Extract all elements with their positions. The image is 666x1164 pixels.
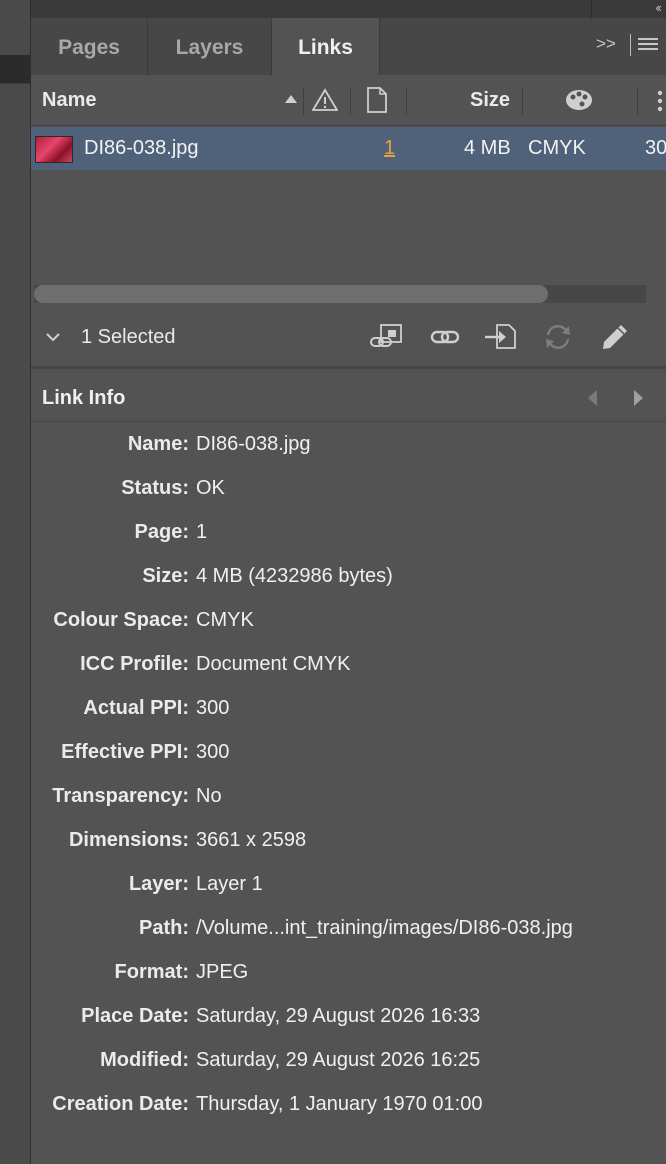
table-row[interactable]: DI86-038.jpg 1 4 MB CMYK 30	[31, 127, 666, 170]
info-row: Format: JPEG	[31, 950, 666, 994]
info-row: Colour Space: CMYK	[31, 598, 666, 642]
column-divider[interactable]	[406, 87, 407, 115]
info-label: Size:	[142, 565, 189, 587]
go-to-link-icon[interactable]	[483, 322, 519, 352]
info-value: Document CMYK	[196, 653, 351, 675]
info-value: 300	[196, 741, 230, 763]
document-canvas-edge	[0, 0, 31, 1164]
info-label: Name:	[127, 433, 189, 455]
panel-controls-divider	[630, 34, 631, 56]
previous-icon[interactable]	[588, 390, 597, 406]
info-label: Path:	[139, 917, 189, 939]
info-value: No	[196, 785, 222, 807]
info-label: Colour Space:	[53, 609, 189, 631]
colour-space-icon[interactable]	[565, 88, 593, 112]
info-value: 4 MB (4232986 bytes)	[196, 565, 393, 587]
info-row: Effective PPI: 300	[31, 730, 666, 774]
info-row: Actual PPI: 300	[31, 686, 666, 730]
column-divider[interactable]	[303, 87, 304, 115]
page-icon[interactable]	[366, 87, 388, 113]
info-value: 1	[196, 521, 208, 543]
info-value: Saturday, 29 August 2026 16:33	[196, 1005, 481, 1027]
selection-count: 1 Selected	[81, 326, 176, 348]
canvas-strip	[0, 55, 30, 84]
info-row: Creation Date: Thursday, 1 January 1970 0…	[31, 1082, 666, 1126]
info-value: OK	[196, 477, 225, 499]
info-row: Page: 1	[31, 510, 666, 554]
info-row: Transparency: No	[31, 774, 666, 818]
info-row: Layer: Layer 1	[31, 862, 666, 906]
tab-links[interactable]: Links	[272, 18, 380, 75]
dock-divider	[591, 0, 592, 18]
column-divider[interactable]	[637, 87, 638, 115]
info-value: Thursday, 1 January 1970 01:00	[196, 1093, 483, 1115]
disclosure-chevron-icon[interactable]	[45, 332, 61, 342]
link-colour-space: CMYK	[528, 137, 586, 159]
info-label: Place Date:	[81, 1005, 189, 1027]
info-value: Saturday, 29 August 2026 16:25	[196, 1049, 481, 1071]
link-info-header: Link Info	[31, 369, 666, 422]
info-row: ICC Profile: Document CMYK	[31, 642, 666, 686]
link-ppi: 30	[645, 137, 666, 159]
info-row: Name: DI86-038.jpg	[31, 422, 666, 466]
info-value: CMYK	[196, 609, 254, 631]
info-value: JPEG	[196, 961, 249, 983]
info-value: DI86-038.jpg	[196, 433, 311, 455]
info-label: Actual PPI:	[83, 697, 189, 719]
sort-ascending-icon[interactable]	[285, 95, 297, 103]
panel-menu-icon[interactable]	[638, 38, 658, 53]
info-label: Modified:	[100, 1049, 189, 1071]
panel-dock-bar: ‹‹	[31, 0, 666, 18]
link-thumbnail	[35, 136, 73, 163]
link-page-number[interactable]: 1	[384, 127, 395, 170]
info-value: 300	[196, 697, 230, 719]
next-icon[interactable]	[634, 390, 643, 406]
info-row: Status: OK	[31, 466, 666, 510]
info-row: Dimensions: 3661 x 2598	[31, 818, 666, 862]
info-label: Effective PPI:	[61, 741, 189, 763]
link-size: 4 MB	[464, 137, 511, 159]
info-row: Modified: Saturday, 29 August 2026 16:25	[31, 1038, 666, 1082]
more-columns-icon[interactable]	[657, 89, 663, 113]
info-label: Status:	[121, 477, 189, 499]
info-label: Page:	[134, 521, 189, 543]
panel-tabs: Pages Layers Links >>	[31, 18, 666, 75]
info-value: Layer 1	[196, 873, 263, 895]
scrollbar-thumb[interactable]	[34, 285, 548, 303]
info-label: Transparency:	[52, 785, 189, 807]
info-label: Creation Date:	[52, 1093, 189, 1115]
column-size[interactable]: Size	[470, 75, 510, 125]
info-row: Path: /Volume...int_training/images/DI86-…	[31, 906, 666, 950]
info-label: Layer:	[128, 873, 189, 895]
warning-icon[interactable]	[312, 88, 338, 112]
link-filename: DI86-038.jpg	[84, 137, 199, 159]
tab-layers[interactable]: Layers	[148, 18, 272, 75]
info-label: Dimensions:	[68, 829, 189, 851]
links-panel: Pages Layers Links >> Name Size DI86-038…	[31, 18, 666, 1164]
tab-pages[interactable]: Pages	[31, 18, 148, 75]
edit-original-icon[interactable]	[597, 322, 633, 352]
column-name[interactable]: Name	[42, 75, 96, 125]
column-divider[interactable]	[350, 87, 351, 115]
info-row: Place Date: Saturday, 29 August 2026 16:3…	[31, 994, 666, 1038]
link-info-title: Link Info	[42, 387, 126, 409]
column-divider[interactable]	[522, 87, 523, 115]
update-link-icon[interactable]	[540, 322, 576, 352]
panel-controls: >>	[596, 32, 666, 62]
links-action-bar: 1 Selected	[31, 308, 666, 369]
info-value: 3661 x 2598	[196, 829, 307, 851]
collapse-icon[interactable]: ‹‹	[655, 0, 662, 15]
info-value: /Volume...int_training/images/DI86-038.j…	[196, 917, 573, 939]
horizontal-scrollbar[interactable]	[34, 285, 646, 303]
link-info-list: Name: DI86-038.jpg Status: OK Page: 1 Size: 4 M…	[31, 422, 666, 1126]
column-header: Name Size	[31, 75, 666, 126]
panel-expand-icon[interactable]: >>	[596, 34, 616, 54]
info-label: ICC Profile:	[80, 653, 189, 675]
info-row: Size: 4 MB (4232986 bytes)	[31, 554, 666, 598]
relink-icon[interactable]	[428, 322, 464, 352]
info-label: Format:	[114, 961, 189, 983]
relink-from-cc-icon[interactable]	[368, 322, 404, 352]
